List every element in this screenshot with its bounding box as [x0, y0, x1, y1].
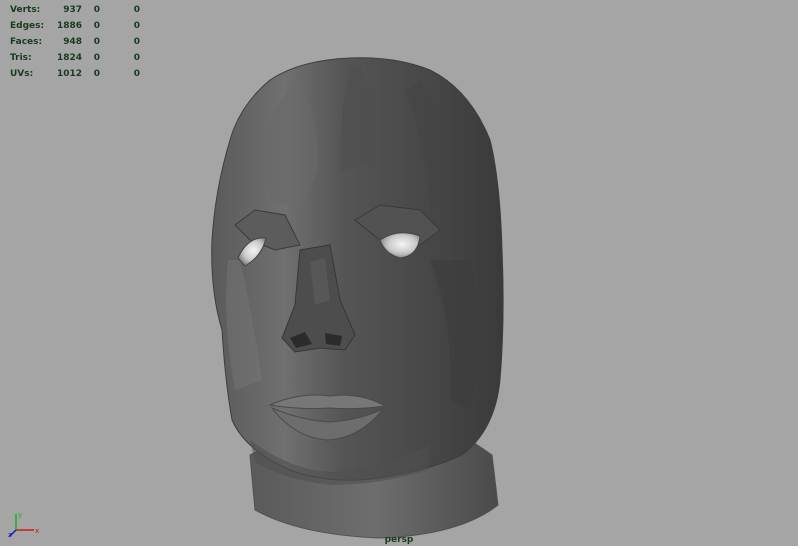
axis-y-label: y — [18, 511, 22, 519]
axis-gizmo: x y z — [8, 511, 39, 538]
perspective-viewport[interactable]: Verts: 937 0 0 Edges: 1886 0 0 Faces: 94… — [0, 0, 800, 549]
camera-name-label: persp — [384, 535, 414, 545]
axis-x-label: x — [35, 527, 39, 535]
head-mesh-model[interactable] — [0, 0, 800, 549]
